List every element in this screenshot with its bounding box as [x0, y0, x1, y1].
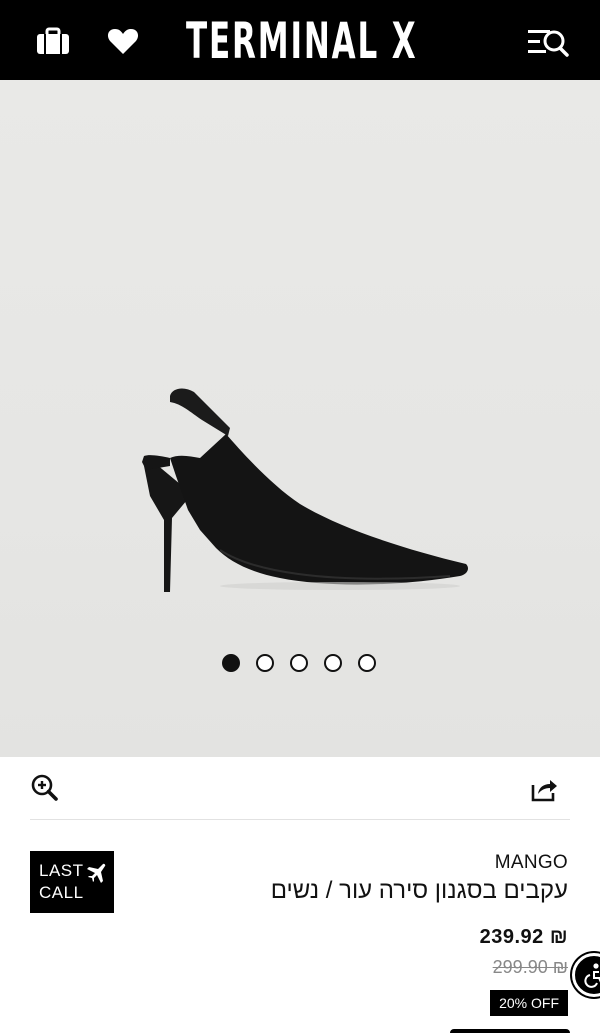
badge-line-2: CALL: [39, 883, 84, 902]
product-image: [142, 388, 468, 592]
section-divider: [30, 819, 570, 820]
image-tools-row: [0, 757, 600, 819]
product-image-gallery[interactable]: [0, 80, 600, 757]
product-title: עקבים בסגנון סירה עור / נשים: [270, 877, 568, 904]
gallery-dot-4[interactable]: [324, 654, 342, 672]
product-old-price: 299.90 ₪: [492, 957, 568, 977]
gallery-dot-2[interactable]: [256, 654, 274, 672]
gallery-dot-1[interactable]: [222, 654, 240, 672]
last-call-badge: LAST CALL: [30, 851, 114, 913]
header-left-icons: [36, 26, 140, 56]
gallery-dot-3[interactable]: [290, 654, 308, 672]
gallery-dot-5[interactable]: [358, 654, 376, 672]
accessibility-icon[interactable]: [572, 953, 600, 997]
site-logo[interactable]: TERMINAL X: [186, 14, 416, 68]
search-menu-icon[interactable]: [526, 24, 570, 60]
discount-badge: 20% OFF: [490, 990, 568, 1016]
bag-icon[interactable]: [36, 26, 70, 56]
share-icon[interactable]: [530, 775, 558, 803]
product-price: 239.92 ₪: [479, 926, 568, 948]
gallery-pagination: [222, 654, 376, 672]
airplane-icon: [87, 863, 106, 883]
bottom-sheet-handle: [450, 1029, 570, 1033]
product-brand[interactable]: MANGO: [495, 852, 568, 874]
top-header: TERMINAL X: [0, 0, 600, 80]
zoom-in-icon[interactable]: [30, 773, 60, 803]
heart-icon[interactable]: [106, 26, 140, 56]
